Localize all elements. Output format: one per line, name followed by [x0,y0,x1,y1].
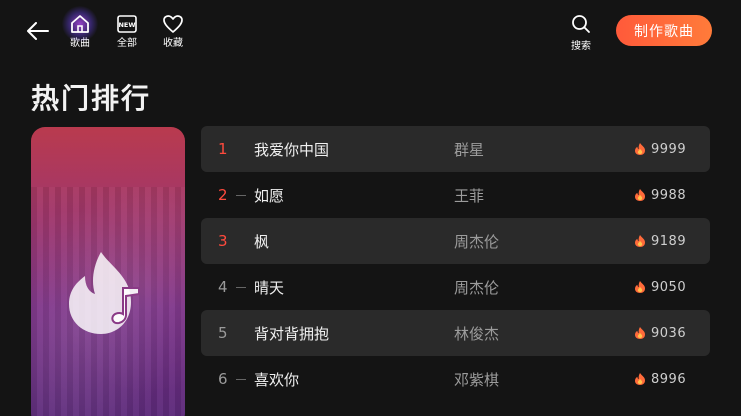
new-badge-text: NEW [118,21,135,29]
top-bar: 歌曲 NEW 全部 收藏 搜索 制作歌曲 [0,0,741,60]
fire-icon [635,281,645,293]
heat-score: 9999 [633,142,686,157]
fire-icon [635,235,645,247]
heat-value: 9050 [651,279,687,295]
fire-icon [635,327,645,339]
rank-number: 5 [218,324,228,342]
song-title: 如愿 [254,186,285,205]
app-screen: 歌曲 NEW 全部 收藏 搜索 制作歌曲 热门排行 1 我爱你中国 群星 999… [0,0,741,416]
ranking-list: 1 我爱你中国 群星 9999 2 如愿 王菲 9988 3 枫周杰伦 9189 4 晴天 周杰伦 9050… [201,126,710,402]
artist-name: 群星 [454,140,485,159]
artist-name: 林俊杰 [454,324,500,343]
song-title: 喜欢你 [254,370,300,389]
heat-value: 9189 [651,233,687,249]
heat-value: 8996 [651,371,687,387]
ranking-row[interactable]: 1 我爱你中国 群星 9999 [201,126,710,172]
artist-name: 周杰伦 [454,278,500,297]
song-title: 我爱你中国 [254,140,330,159]
nav-all-label: 全部 [117,38,137,49]
rank-number: 4 [218,278,228,296]
song-title: 晴天 [254,278,285,297]
rank-number: 6 [218,370,228,388]
create-song-button[interactable]: 制作歌曲 [616,15,712,46]
flame-music-logo-icon [69,252,140,334]
back-button[interactable] [24,17,52,45]
heat-score: 8996 [633,372,686,387]
heat-score: 9988 [633,188,686,203]
page-title: 热门排行 [31,82,152,115]
ranking-row[interactable]: 5 背对背拥抱 林俊杰 9036 [201,310,710,356]
search-label: 搜索 [571,41,591,52]
heat-score: 9050 [633,280,686,295]
artist-name: 周杰伦 [454,232,500,251]
heart-icon [161,12,185,36]
ranking-row[interactable]: 4 晴天 周杰伦 9050 [201,264,710,310]
heat-value: 9988 [651,187,687,203]
fire-icon [635,143,645,155]
rank-number: 1 [218,140,228,158]
artist-name: 邓紫棋 [454,370,500,389]
search-icon [572,15,590,33]
playlist-cover[interactable] [31,127,185,416]
new-icon: NEW [115,12,139,36]
ranking-row[interactable]: 6 喜欢你 邓紫棋 8996 [201,356,710,402]
rank-number: 3 [218,232,228,250]
ranking-row[interactable]: 2 如愿 王菲 9988 [201,172,710,218]
artist-name: 王菲 [454,186,485,205]
heat-value: 9999 [651,141,687,157]
arrow-left-icon [27,22,49,40]
nav-favorites-label: 收藏 [163,38,183,49]
trend-dash-icon [236,287,246,288]
nav-songs[interactable]: 歌曲 [60,6,100,50]
rank-number: 2 [218,186,228,204]
nav-all[interactable]: NEW 全部 [107,12,147,50]
search-button[interactable]: 搜索 [566,14,596,52]
ranking-row[interactable]: 3 枫 周杰伦 9189 [201,218,710,264]
heat-score: 9189 [633,234,686,249]
heat-score: 9036 [633,326,686,341]
nav-favorites[interactable]: 收藏 [153,12,193,50]
home-icon [62,6,98,42]
fire-icon [635,189,645,201]
trend-dash-icon [236,379,246,380]
song-title: 背对背拥抱 [254,324,330,343]
heat-value: 9036 [651,325,687,341]
song-title: 枫 [254,232,270,251]
fire-icon [635,373,645,385]
trend-dash-icon [236,195,246,196]
